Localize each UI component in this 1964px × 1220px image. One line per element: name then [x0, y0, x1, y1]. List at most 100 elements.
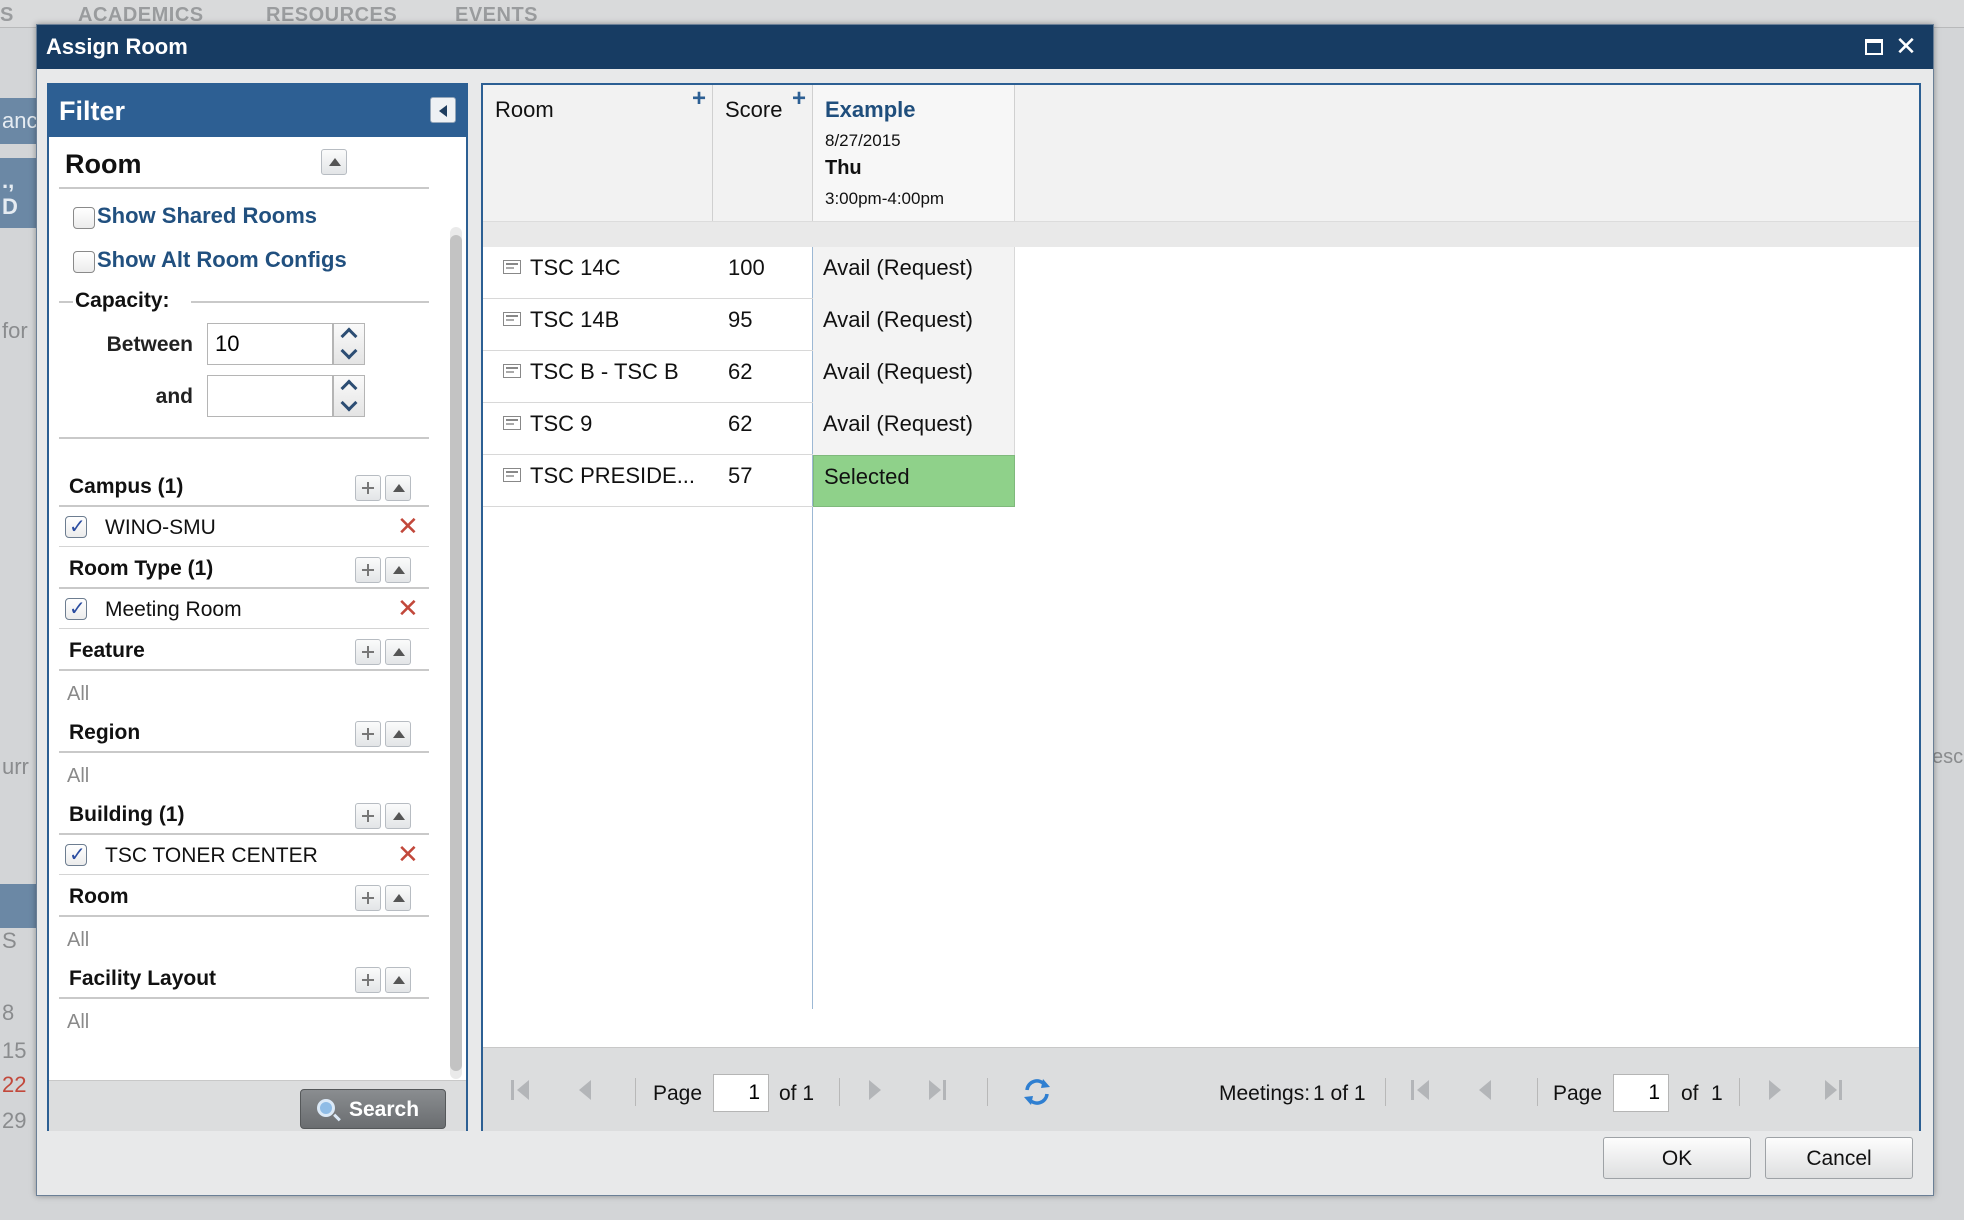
add-feature-icon[interactable]	[355, 639, 381, 665]
bg-text: urr	[2, 754, 29, 779]
feature-all-text: All	[67, 683, 90, 705]
add-column-icon[interactable]: +	[692, 85, 706, 113]
separator	[987, 1078, 988, 1106]
separator	[839, 1078, 840, 1106]
and-label: and	[155, 385, 193, 408]
show-alt-room-configs-label[interactable]: Show Alt Room Configs	[97, 247, 347, 273]
between-label: Between	[106, 333, 193, 356]
next-page-icon[interactable]	[869, 1080, 891, 1102]
availability-cell[interactable]: Avail (Request)	[813, 247, 1015, 299]
room-type-section-title: Room Type (1)	[69, 557, 214, 580]
capacity-max-input[interactable]	[207, 375, 333, 417]
collapse-room-type-icon[interactable]	[385, 557, 411, 583]
collapse-room-section-icon[interactable]	[321, 149, 347, 175]
building-item-checkbox[interactable]	[65, 842, 87, 867]
selected-availability-cell[interactable]: Selected	[813, 455, 1015, 507]
availability-cell[interactable]: Avail (Request)	[813, 351, 1015, 403]
cancel-button[interactable]: Cancel	[1765, 1137, 1913, 1179]
search-button[interactable]: Search	[300, 1089, 446, 1129]
add-region-icon[interactable]	[355, 721, 381, 747]
meetings-next-page-icon[interactable]	[1769, 1080, 1791, 1102]
facility-layout-all-text: All	[67, 1011, 90, 1033]
capacity-max-stepper[interactable]	[333, 375, 365, 417]
capacity-min-stepper[interactable]	[333, 323, 365, 365]
score-column-label: Score	[725, 97, 783, 122]
collapse-room-filter-icon[interactable]	[385, 885, 411, 911]
room-details-icon[interactable]	[503, 468, 521, 482]
collapse-region-icon[interactable]	[385, 721, 411, 747]
separator	[1739, 1078, 1740, 1106]
meetings-count: 1 of 1	[1313, 1082, 1366, 1105]
filter-header: Filter	[49, 85, 466, 137]
feature-section-title: Feature	[69, 639, 145, 662]
first-page-icon[interactable]	[511, 1080, 533, 1102]
room-score: 95	[728, 307, 753, 332]
meetings-previous-page-icon[interactable]	[1479, 1080, 1501, 1102]
page-number-input[interactable]	[713, 1074, 769, 1112]
search-button-label: Search	[349, 1098, 420, 1121]
room-details-icon[interactable]	[503, 364, 521, 378]
refresh-icon[interactable]	[1021, 1076, 1053, 1108]
meetings-page-label: Page	[1553, 1082, 1603, 1105]
table-row[interactable]: TSC B - TSC B 62 Avail (Request)	[483, 351, 1015, 403]
room-details-icon[interactable]	[503, 312, 521, 326]
close-icon[interactable]: ✕	[1895, 33, 1917, 59]
table-row[interactable]: TSC PRESIDE... 57 Selected	[483, 455, 1015, 507]
room-score: 100	[728, 255, 765, 280]
campus-item-label: WINO-SMU	[105, 516, 216, 539]
campus-item-checkbox[interactable]	[65, 514, 87, 539]
add-room-icon[interactable]	[355, 885, 381, 911]
separator	[635, 1078, 636, 1106]
remove-room-type-icon[interactable]: ✕	[397, 593, 419, 624]
collapse-building-icon[interactable]	[385, 803, 411, 829]
add-column-icon[interactable]: +	[792, 85, 806, 113]
meetings-last-page-icon[interactable]	[1825, 1080, 1847, 1102]
room-name: TSC B - TSC B	[530, 359, 679, 384]
divider	[59, 915, 429, 917]
show-shared-rooms-label[interactable]: Show Shared Rooms	[97, 203, 317, 229]
meetings-page-count: 1	[1711, 1082, 1723, 1105]
filter-scrollbar[interactable]	[450, 227, 462, 1079]
room-results-grid: Room + Score + Example 8/27/2015 Thu 3:0…	[481, 83, 1921, 1131]
collapse-facility-layout-icon[interactable]	[385, 967, 411, 993]
filter-footer: Search	[49, 1080, 466, 1131]
filter-scrollbar-thumb[interactable]	[450, 235, 462, 1071]
background-right-strip: esc	[1932, 28, 1964, 1220]
example-meeting-title[interactable]: Example	[825, 97, 916, 123]
show-shared-rooms-checkbox[interactable]	[73, 207, 95, 229]
meetings-page-input[interactable]	[1613, 1074, 1669, 1112]
region-section-title: Region	[69, 721, 141, 744]
table-row[interactable]: TSC 9 62 Avail (Request)	[483, 403, 1015, 455]
add-facility-layout-icon[interactable]	[355, 967, 381, 993]
table-row[interactable]: TSC 14B 95 Avail (Request)	[483, 299, 1015, 351]
room-details-icon[interactable]	[503, 416, 521, 430]
room-type-item-checkbox[interactable]	[65, 596, 87, 621]
previous-page-icon[interactable]	[579, 1080, 601, 1102]
availability-cell[interactable]: Avail (Request)	[813, 299, 1015, 351]
remove-building-icon[interactable]: ✕	[397, 839, 419, 870]
capacity-min-input[interactable]	[207, 323, 333, 365]
add-room-type-icon[interactable]	[355, 557, 381, 583]
bg-stripe	[0, 884, 36, 928]
ok-button[interactable]: OK	[1603, 1137, 1751, 1179]
availability-cell[interactable]: Avail (Request)	[813, 403, 1015, 455]
collapse-feature-icon[interactable]	[385, 639, 411, 665]
collapse-filter-icon[interactable]	[430, 97, 456, 123]
show-alt-room-configs-checkbox[interactable]	[73, 251, 95, 273]
room-type-item-label: Meeting Room	[105, 598, 242, 621]
meetings-first-page-icon[interactable]	[1411, 1080, 1433, 1102]
add-building-icon[interactable]	[355, 803, 381, 829]
example-meeting-date: 8/27/2015	[825, 131, 901, 150]
bg-text: S	[2, 928, 17, 953]
region-all-text: All	[67, 765, 90, 787]
remove-campus-icon[interactable]: ✕	[397, 511, 419, 542]
room-details-icon[interactable]	[503, 260, 521, 274]
bg-text: for	[2, 318, 28, 343]
last-page-icon[interactable]	[929, 1080, 951, 1102]
maximize-icon[interactable]	[1863, 36, 1885, 58]
bg-text: ., D	[2, 168, 18, 219]
table-row[interactable]: TSC 14C 100 Avail (Request)	[483, 247, 1015, 299]
add-campus-icon[interactable]	[355, 475, 381, 501]
collapse-campus-icon[interactable]	[385, 475, 411, 501]
bg-nav-item: S	[0, 4, 14, 26]
